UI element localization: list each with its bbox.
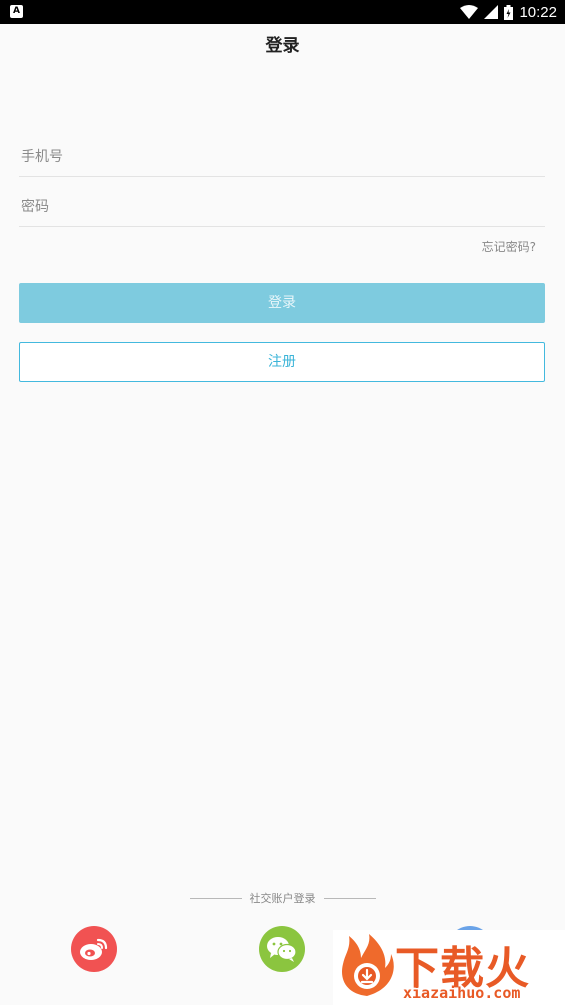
wechat-login-button[interactable] [259,926,305,972]
wifi-icon [460,5,479,19]
status-icons: 10:22 [460,0,557,24]
divider-left [189,897,242,899]
title-bar: 登录 [0,24,565,68]
phone-field[interactable] [19,137,545,177]
password-field[interactable] [19,187,545,227]
social-login-title: 社交账户登录 [0,890,565,906]
login-button[interactable]: 登录 [19,283,545,323]
app-notification-icon: A [10,5,23,18]
battery-icon [504,4,514,20]
forgot-password-link[interactable]: 忘记密码? [482,238,536,255]
status-time: 10:22 [519,3,557,21]
divider-right [323,897,376,899]
password-input[interactable] [19,187,545,226]
page-title: 登录 [265,36,300,56]
social-login-label: 社交账户登录 [249,892,316,905]
weibo-icon [80,938,108,960]
watermark-url: xiazaihuo.com [403,984,521,1002]
status-bar: A 10:22 [0,0,565,24]
flame-logo-icon [342,934,394,996]
watermark: 下载火 xiazaihuo.com [333,930,565,1005]
cellular-signal-icon [484,5,499,19]
weibo-login-button[interactable] [71,926,117,972]
register-button[interactable]: 注册 [19,342,545,382]
phone-input[interactable] [19,137,545,176]
wechat-icon [267,937,297,962]
